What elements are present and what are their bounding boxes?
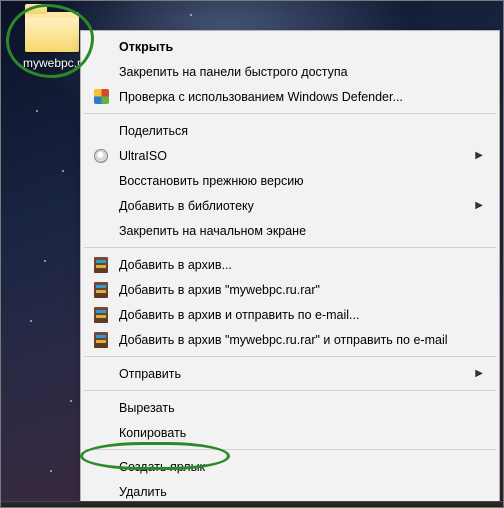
menu-label: Закрепить на начальном экране [119, 224, 483, 238]
submenu-arrow-icon: ▶ [475, 150, 483, 161]
menu-label: Добавить в архив "mywebpc.ru.rar" [119, 283, 483, 297]
menu-separator [84, 356, 496, 357]
menu-send-to[interactable]: Отправить ▶ [83, 361, 497, 386]
submenu-arrow-icon: ▶ [475, 368, 483, 379]
menu-restore-previous[interactable]: Восстановить прежнюю версию [83, 168, 497, 193]
blank-icon [91, 62, 111, 82]
menu-defender-scan[interactable]: Проверка с использованием Windows Defend… [83, 84, 497, 109]
menu-pin-quick-access[interactable]: Закрепить на панели быстрого доступа [83, 59, 497, 84]
taskbar[interactable] [0, 501, 504, 508]
menu-create-shortcut[interactable]: Создать ярлык [83, 454, 497, 479]
winrar-icon [91, 330, 111, 350]
menu-label: Добавить в архив... [119, 258, 483, 272]
menu-label: Удалить [119, 485, 483, 499]
menu-separator [84, 247, 496, 248]
menu-label: Открыть [119, 40, 483, 54]
blank-icon [91, 121, 111, 141]
blank-icon [91, 37, 111, 57]
blank-icon [91, 364, 111, 384]
menu-label: Добавить в архив "mywebpc.ru.rar" и отпр… [119, 333, 483, 347]
folder-label: mywebpc.r [14, 56, 90, 70]
winrar-icon [91, 255, 111, 275]
blank-icon [91, 423, 111, 443]
menu-label: UltraISO [119, 149, 465, 163]
menu-ultraiso[interactable]: UltraISO ▶ [83, 143, 497, 168]
menu-open[interactable]: Открыть [83, 34, 497, 59]
menu-label: Создать ярлык [119, 460, 483, 474]
menu-add-to-library[interactable]: Добавить в библиотеку ▶ [83, 193, 497, 218]
menu-label: Вырезать [119, 401, 483, 415]
context-menu: Открыть Закрепить на панели быстрого дос… [80, 30, 500, 508]
menu-label: Добавить в библиотеку [119, 199, 465, 213]
menu-rar-add[interactable]: Добавить в архив... [83, 252, 497, 277]
menu-share[interactable]: Поделиться [83, 118, 497, 143]
menu-rar-named-email[interactable]: Добавить в архив "mywebpc.ru.rar" и отпр… [83, 327, 497, 352]
menu-label: Копировать [119, 426, 483, 440]
menu-label: Восстановить прежнюю версию [119, 174, 483, 188]
menu-rar-email[interactable]: Добавить в архив и отправить по e-mail..… [83, 302, 497, 327]
menu-separator [84, 390, 496, 391]
menu-label: Поделиться [119, 124, 483, 138]
menu-separator [84, 449, 496, 450]
winrar-icon [91, 305, 111, 325]
menu-label: Добавить в архив и отправить по e-mail..… [119, 308, 483, 322]
blank-icon [91, 398, 111, 418]
menu-separator [84, 113, 496, 114]
menu-copy[interactable]: Копировать [83, 420, 497, 445]
menu-cut[interactable]: Вырезать [83, 395, 497, 420]
menu-label: Закрепить на панели быстрого доступа [119, 65, 483, 79]
menu-label: Проверка с использованием Windows Defend… [119, 90, 483, 104]
blank-icon [91, 171, 111, 191]
menu-pin-start[interactable]: Закрепить на начальном экране [83, 218, 497, 243]
winrar-icon [91, 280, 111, 300]
blank-icon [91, 482, 111, 502]
submenu-arrow-icon: ▶ [475, 200, 483, 211]
defender-shield-icon [91, 87, 111, 107]
desktop-folder[interactable]: mywebpc.r [14, 12, 90, 70]
disc-icon [91, 146, 111, 166]
folder-icon [25, 12, 79, 52]
blank-icon [91, 221, 111, 241]
blank-icon [91, 457, 111, 477]
menu-rar-add-named[interactable]: Добавить в архив "mywebpc.ru.rar" [83, 277, 497, 302]
desktop-background: mywebpc.r Открыть Закрепить на панели бы… [0, 0, 504, 508]
menu-label: Отправить [119, 367, 465, 381]
blank-icon [91, 196, 111, 216]
